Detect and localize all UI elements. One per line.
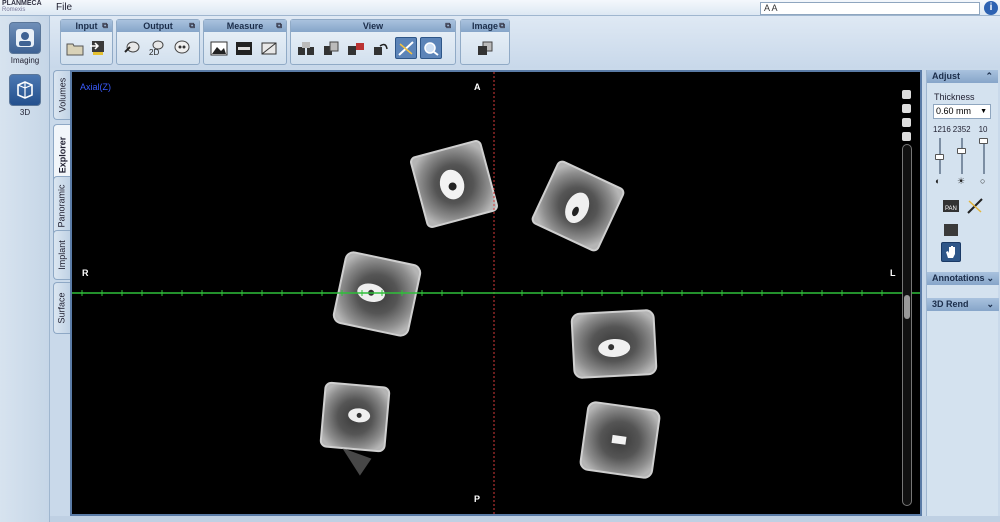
group-image-title: Image [471, 21, 498, 31]
tab-panoramic-label: Panoramic [57, 184, 67, 228]
annotations-title: Annotations [932, 273, 985, 283]
brightness-icon: ☀ [957, 176, 966, 186]
menu-file[interactable]: File [56, 2, 72, 13]
undo-icon[interactable] [370, 37, 392, 59]
axial-viewer[interactable]: Axial(Z) A P R L [70, 70, 922, 516]
search-input[interactable]: A A [760, 2, 980, 15]
slider-knob-gamma[interactable] [979, 138, 988, 144]
value-window: 1216 [933, 125, 951, 134]
contrast-half-icon: ◐ [935, 176, 941, 186]
adjust-header[interactable]: Adjust ⌃ [927, 70, 998, 83]
group-input: Input ⧉ [60, 19, 113, 65]
portrait-icon [9, 22, 41, 54]
slice-scrollbar[interactable] [902, 144, 912, 506]
adjust-sliders: ◐ ☀ ○ [933, 136, 998, 186]
value-level: 2352 [952, 125, 971, 134]
copy-icon[interactable] [474, 37, 496, 59]
tab-surface[interactable]: Surface [53, 282, 70, 334]
annotations-header[interactable]: Annotations ⌄ [927, 272, 999, 285]
3d-volume-icon [9, 74, 41, 106]
viewer-tool-icons [902, 90, 912, 146]
mode-3d[interactable]: 3D [6, 74, 44, 117]
group-output: Output ⧉ 2D [116, 19, 200, 65]
contrast-icon[interactable] [395, 37, 417, 59]
tab-surface-label: Surface [57, 292, 67, 324]
title-bar: PLANMECA Romexis File A A i [0, 0, 1000, 16]
print-icon[interactable] [902, 90, 911, 99]
thickness-value: 0.60 mm [936, 106, 972, 116]
export-skull-icon[interactable] [121, 37, 143, 59]
thickness-select[interactable]: 0.60 mm ▼ [933, 104, 991, 119]
group-image: Image ⧉ [460, 19, 510, 65]
pan-icon[interactable]: PAN [941, 196, 961, 216]
folder-open-icon[interactable] [65, 37, 85, 59]
svg-text:PAN: PAN [945, 206, 957, 212]
side-tabs: Volumes Explorer Panoramic Implant Surfa… [50, 68, 70, 522]
mode-3d-label: 3D [19, 108, 31, 117]
group-measure-title: Measure [226, 21, 264, 31]
group-view-title: View [362, 21, 384, 31]
layout-3-icon[interactable] [345, 37, 367, 59]
import-icon[interactable] [88, 37, 108, 59]
status-bar [50, 516, 1000, 522]
filter-icon[interactable] [902, 104, 911, 113]
group-output-title: Output [143, 21, 173, 31]
hand-icon[interactable] [941, 242, 961, 262]
orientation-top: A [474, 82, 481, 92]
orientation-bottom: P [474, 494, 481, 504]
image-landscape-icon[interactable] [208, 37, 230, 59]
window-values: 1216 2352 10 [933, 125, 998, 134]
info-icon[interactable]: i [984, 1, 998, 15]
brand-logo: PLANMECA Romexis [2, 0, 46, 14]
rectangle-icon[interactable] [941, 220, 961, 240]
ruler-icon[interactable] [233, 37, 255, 59]
tab-implant[interactable]: Implant [53, 230, 70, 280]
3d-rend-title: 3D Rend [932, 299, 969, 309]
2d-icon[interactable]: 2D [146, 37, 168, 59]
value-gamma: 10 [978, 125, 988, 134]
orientation-right: L [890, 268, 896, 278]
adjust-title: Adjust [932, 71, 960, 81]
skull-icon[interactable] [171, 37, 193, 59]
group-view: View ⧉ [290, 19, 456, 65]
slider-track-brightness [961, 138, 963, 174]
zoom-icon[interactable] [420, 37, 442, 59]
mode-imaging-label: Imaging [10, 56, 40, 65]
rotate-icon[interactable] [902, 132, 911, 141]
thickness-label: Thickness [934, 92, 975, 102]
tab-volumes-label: Volumes [57, 77, 67, 113]
slice-scroll-thumb[interactable] [904, 295, 910, 319]
slider-knob-contrast[interactable] [935, 154, 944, 160]
group-input-title: Input [75, 21, 98, 31]
3d-rend-header[interactable]: 3D Rend ⌄ [927, 298, 999, 311]
tab-explorer-label: Explorer [57, 136, 68, 174]
tab-volumes[interactable]: Volumes [53, 70, 70, 120]
crop-icon[interactable] [258, 37, 280, 59]
adjust-panel: Adjust ⌃ Thickness 0.60 mm ▼ 1216 2352 10 … [926, 70, 999, 516]
slice-label: Axial(Z) [80, 82, 111, 92]
layout-2-icon[interactable] [320, 37, 342, 59]
brand-subtitle: Romexis [2, 7, 26, 13]
camera-icon[interactable] [902, 118, 911, 127]
layout-1-icon[interactable] [295, 37, 317, 59]
mode-imaging[interactable]: Imaging [6, 22, 44, 65]
orientation-left: R [82, 268, 89, 278]
brand-name: PLANMECA [2, 0, 42, 7]
chevron-down-icon: ▼ [980, 108, 987, 115]
tab-implant-label: Implant [57, 240, 68, 270]
slider-knob-brightness[interactable] [957, 148, 966, 154]
group-measure: Measure ⧉ [203, 19, 287, 65]
mode-rail: Imaging 3D [0, 16, 50, 522]
tab-panoramic[interactable]: Panoramic [53, 176, 70, 236]
svg-text:2D: 2D [149, 48, 159, 56]
ct-slice-image [72, 72, 920, 514]
ribbon-toolbar: Input ⧉ Output ⧉ 2D Measure ⧉ View ⧉ Ima… [50, 16, 1000, 68]
gamma-icon: ○ [980, 176, 986, 186]
window-level-icon[interactable] [965, 196, 985, 216]
